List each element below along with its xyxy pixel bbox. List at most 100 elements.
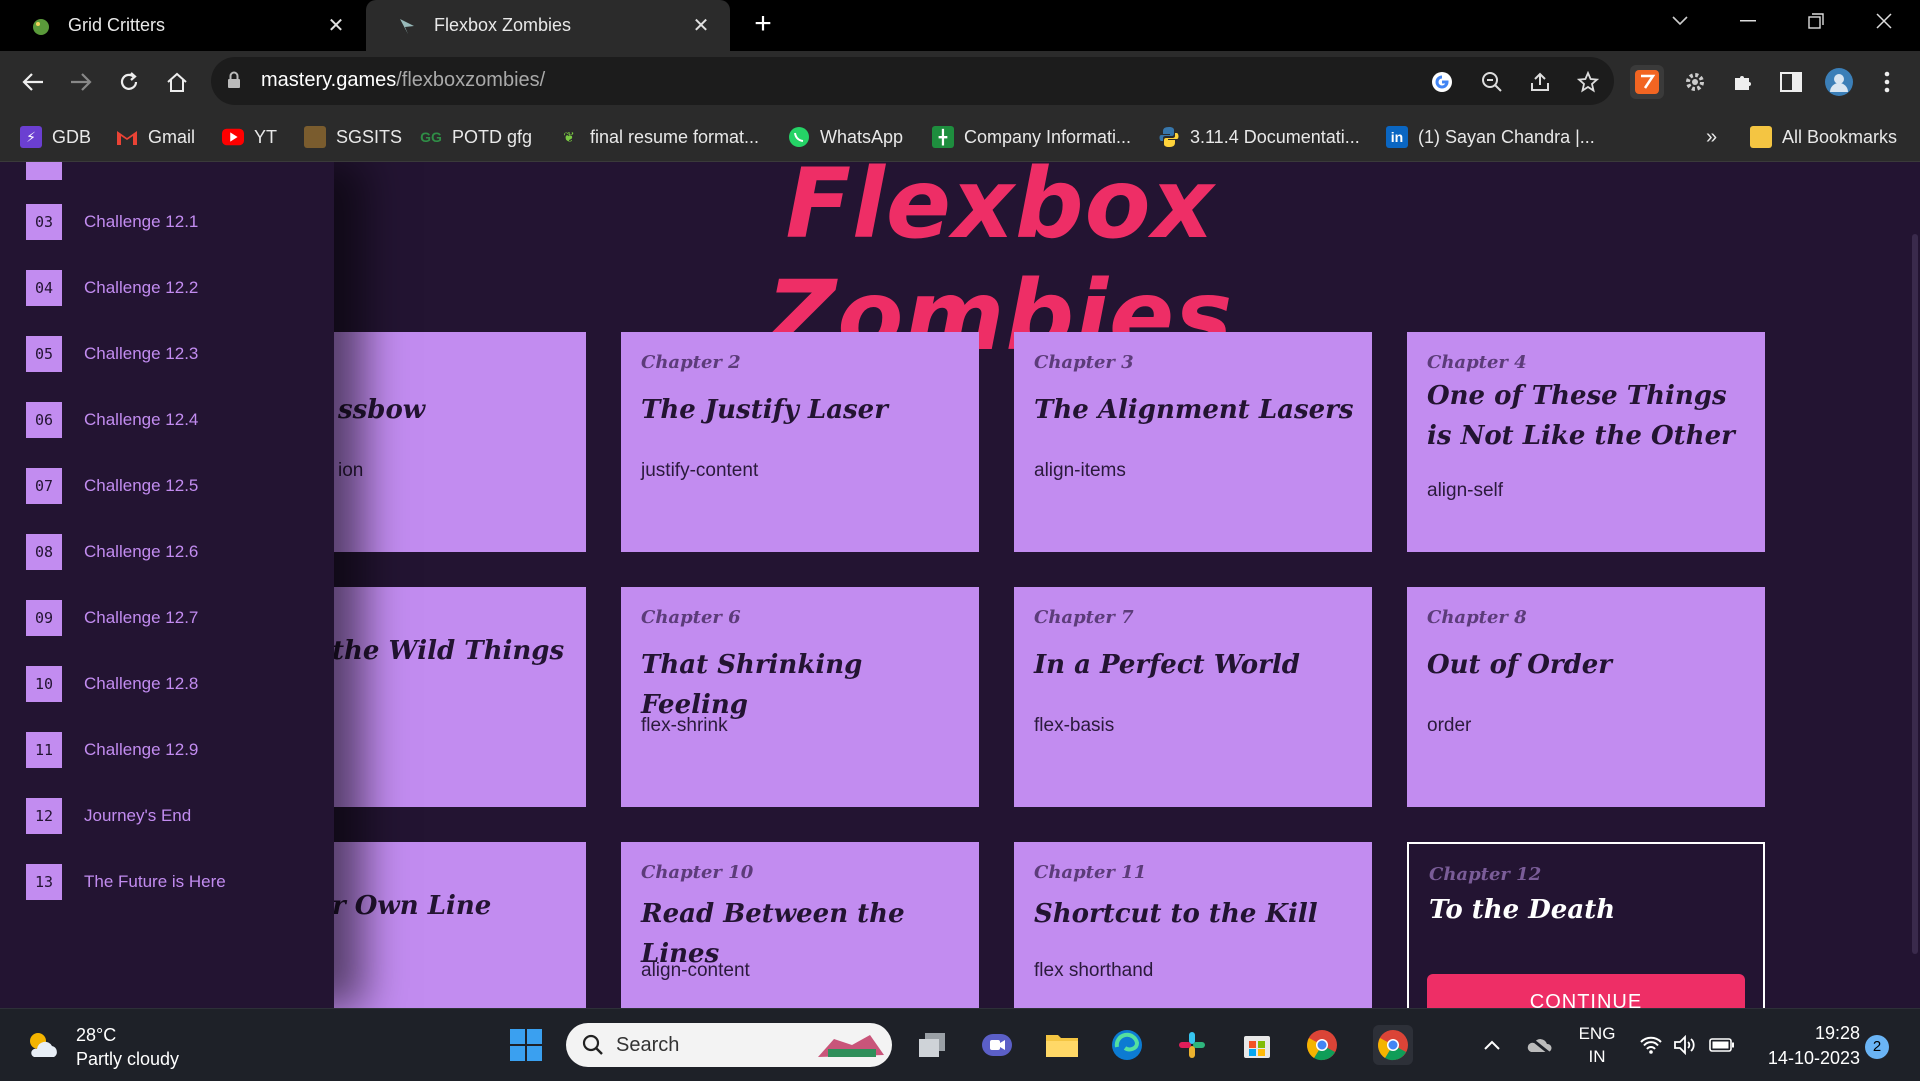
- page-scrollbar[interactable]: [1910, 162, 1920, 1008]
- bookmark-yt[interactable]: YT: [222, 113, 277, 161]
- profile-avatar[interactable]: [1822, 65, 1856, 99]
- chapter-number: Chapter 7: [1034, 607, 1134, 628]
- lightning-icon: ⚡: [20, 126, 42, 148]
- sidebar-item[interactable]: 09 Challenge 12.7: [26, 600, 198, 636]
- reload-icon[interactable]: [112, 65, 146, 99]
- new-tab-button[interactable]: +: [748, 9, 778, 40]
- google-lens-icon[interactable]: [1429, 69, 1455, 95]
- bookmark-sgsits[interactable]: SGSITS: [304, 113, 402, 161]
- restore-icon[interactable]: [1786, 0, 1846, 42]
- address-toolbar: mastery.games/flexboxzombies/: [0, 51, 1920, 113]
- sidebar-item[interactable]: 12 Journey's End: [26, 798, 191, 834]
- sidebar-item-label: Challenge 12.6: [84, 542, 199, 561]
- zoom-icon[interactable]: [1479, 69, 1505, 95]
- home-icon[interactable]: [160, 65, 194, 99]
- bookmark-gmail[interactable]: Gmail: [116, 113, 195, 161]
- chapter-title: One of These Things is Not Like the Othe…: [1427, 381, 1735, 451]
- volume-icon[interactable]: [1672, 1009, 1698, 1081]
- chapter-number: Chapter 4: [1427, 352, 1527, 373]
- notification-badge[interactable]: 2: [1865, 1035, 1889, 1059]
- sidebar-item[interactable]: 07 Challenge 12.5: [26, 468, 198, 504]
- back-arrow-icon[interactable]: [16, 65, 50, 99]
- minimize-icon[interactable]: [1718, 0, 1778, 42]
- chapter-title: r Own Line: [332, 891, 492, 921]
- slack-icon[interactable]: [1172, 1025, 1212, 1065]
- chapter-card[interactable]: Chapter 10 Read Between the Lines align-…: [621, 842, 979, 1008]
- sidebar-item[interactable]: 13 The Future is Here: [26, 864, 226, 900]
- extension-icon[interactable]: [1630, 65, 1664, 99]
- edge-browser-icon[interactable]: [1107, 1025, 1147, 1065]
- battery-icon[interactable]: [1708, 1009, 1736, 1081]
- sidebar-item-label: Challenge 12.8: [84, 674, 199, 693]
- bookmark-gdb[interactable]: ⚡ GDB: [20, 113, 91, 161]
- all-bookmarks[interactable]: All Bookmarks: [1750, 113, 1897, 161]
- sidebar-item[interactable]: 03 Challenge 12.1: [26, 204, 198, 240]
- extensions-puzzle-icon[interactable]: [1726, 65, 1760, 99]
- sidebar-item-partial[interactable]: [26, 162, 62, 180]
- system-clock[interactable]: 19:28 14-10-2023: [1750, 1021, 1860, 1071]
- wifi-icon[interactable]: [1638, 1009, 1664, 1081]
- bookmark-python-docs[interactable]: 3.11.4 Documentati...: [1158, 113, 1360, 161]
- close-window-icon[interactable]: [1854, 0, 1914, 42]
- side-panel-icon[interactable]: [1774, 65, 1808, 99]
- chapter-property: flex shorthand: [1034, 960, 1154, 981]
- task-view-icon[interactable]: [912, 1025, 952, 1065]
- sidebar-item-number: 07: [26, 468, 62, 504]
- sidebar-item[interactable]: 05 Challenge 12.3: [26, 336, 198, 372]
- close-tab-icon[interactable]: ✕: [690, 15, 712, 37]
- windows-taskbar: 28°C Partly cloudy Search ENG IN 19:28 1…: [0, 1008, 1920, 1081]
- lock-icon[interactable]: [227, 71, 241, 94]
- microsoft-store-icon[interactable]: [1237, 1025, 1277, 1065]
- sidebar-item-number: 12: [26, 798, 62, 834]
- bookmark-star-icon[interactable]: [1575, 69, 1601, 95]
- continue-button[interactable]: CONTINUE: [1427, 974, 1745, 1008]
- chapter-card[interactable]: Chapter 3 The Alignment Lasers align-ite…: [1014, 332, 1372, 552]
- onedrive-offline-icon[interactable]: [1522, 1009, 1556, 1081]
- meet-chat-icon[interactable]: [977, 1025, 1017, 1065]
- chrome-active-icon[interactable]: [1373, 1025, 1413, 1065]
- chapter-card[interactable]: Chapter 8 Out of Order order: [1407, 587, 1765, 807]
- sidebar-item[interactable]: 10 Challenge 12.8: [26, 666, 198, 702]
- sidebar-item[interactable]: 04 Challenge 12.2: [26, 270, 198, 306]
- url-bar[interactable]: mastery.games/flexboxzombies/: [211, 57, 1614, 105]
- tray-chevron-up-icon[interactable]: [1478, 1009, 1506, 1081]
- sidebar-item[interactable]: 11 Challenge 12.9: [26, 732, 198, 768]
- close-tab-icon[interactable]: ✕: [325, 15, 347, 37]
- tab-search-chevron-icon[interactable]: [1650, 0, 1710, 42]
- clock-date: 14-10-2023: [1767, 1048, 1860, 1068]
- chapter-card-current[interactable]: Chapter 12 To the Death CONTINUE: [1407, 842, 1765, 1008]
- bookmark-label: Company Informati...: [964, 126, 1132, 147]
- forward-arrow-icon[interactable]: [64, 65, 98, 99]
- bookmark-company-info[interactable]: ╋ Company Informati...: [932, 113, 1131, 161]
- sidebar-item-label: The Future is Here: [84, 872, 226, 891]
- bookmark-label: SGSITS: [336, 126, 403, 147]
- bookmark-linkedin[interactable]: in (1) Sayan Chandra |...: [1386, 113, 1595, 161]
- sidebar-item[interactable]: 06 Challenge 12.4: [26, 402, 198, 438]
- chapter-number: Chapter 2: [641, 352, 741, 373]
- weather-widget[interactable]: 28°C Partly cloudy: [24, 1023, 179, 1071]
- chapter-card[interactable]: Chapter 4 One of These Things is Not Lik…: [1407, 332, 1765, 552]
- sidebar-item-label: Challenge 12.5: [84, 476, 199, 495]
- file-explorer-icon[interactable]: [1042, 1025, 1082, 1065]
- language-indicator[interactable]: ENG IN: [1572, 1009, 1622, 1081]
- sidebar-item-label: Challenge 12.1: [84, 212, 199, 231]
- chrome-profile-icon[interactable]: [1302, 1025, 1342, 1065]
- chapter-card[interactable]: Chapter 6 That Shrinking Feeling flex-sh…: [621, 587, 979, 807]
- bookmark-potd-gfg[interactable]: GG POTD gfg: [420, 113, 532, 161]
- taskbar-search[interactable]: Search: [566, 1023, 892, 1067]
- bookmarks-overflow-icon[interactable]: »: [1706, 113, 1717, 161]
- browser-menu-icon[interactable]: [1870, 65, 1904, 99]
- chapter-card[interactable]: Chapter 11 Shortcut to the Kill flex sho…: [1014, 842, 1372, 1008]
- bookmark-resume-format[interactable]: ❦ final resume format...: [558, 113, 759, 161]
- windows-start-icon[interactable]: [506, 1025, 546, 1065]
- tab-grid-critters[interactable]: Grid Critters ✕: [0, 0, 365, 51]
- bookmark-whatsapp[interactable]: WhatsApp: [788, 113, 903, 161]
- scrollbar-thumb[interactable]: [1912, 234, 1918, 954]
- tab-flexbox-zombies[interactable]: Flexbox Zombies ✕: [366, 0, 730, 51]
- share-icon[interactable]: [1527, 69, 1553, 95]
- chapter-title: That Shrinking Feeling: [641, 650, 863, 720]
- settings-extension-icon[interactable]: [1678, 65, 1712, 99]
- chapter-card[interactable]: Chapter 7 In a Perfect World flex-basis: [1014, 587, 1372, 807]
- chapter-card[interactable]: Chapter 2 The Justify Laser justify-cont…: [621, 332, 979, 552]
- sidebar-item[interactable]: 08 Challenge 12.6: [26, 534, 198, 570]
